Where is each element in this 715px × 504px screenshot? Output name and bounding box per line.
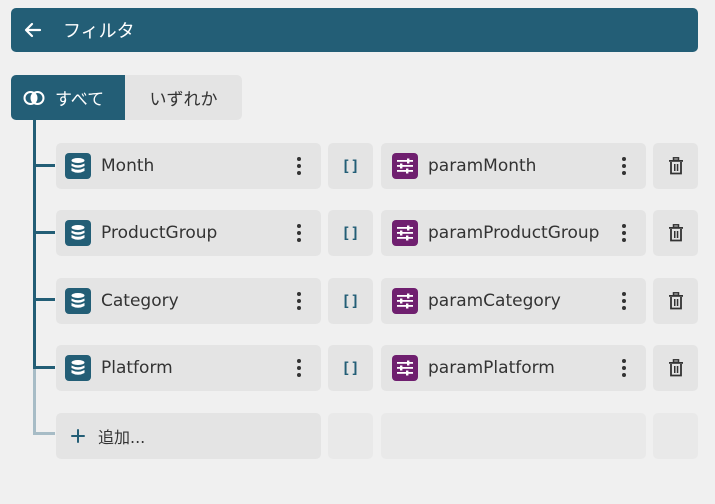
param-label: paramCategory [428,291,561,311]
kebab-icon[interactable] [287,353,311,383]
toggle-all-button[interactable]: すべて [11,75,125,120]
database-icon [65,355,91,381]
toggle-any-button[interactable]: いずれか [125,75,242,120]
bracket-button[interactable]: [] [328,345,373,391]
bracket-button[interactable]: [] [328,278,373,324]
filter-row: Platform [] paramPlatform [0,345,715,391]
database-icon [65,220,91,246]
sliders-icon [392,355,418,381]
bracket-button[interactable]: [] [328,143,373,189]
field-label: Category [101,291,179,311]
trash-icon [668,359,683,377]
filter-row: ProductGroup [] paramProductGroup [0,210,715,256]
bracket-button[interactable]: [] [328,210,373,256]
delete-button[interactable] [653,345,698,391]
param-label: paramMonth [428,156,537,176]
back-button[interactable] [11,8,55,52]
add-label: 追加... [98,428,146,447]
param-label: paramProductGroup [428,223,600,243]
param-chip[interactable]: paramCategory [381,278,646,324]
delete-button[interactable] [653,143,698,189]
header-bar: フィルタ [11,8,698,52]
tree-branch-add [33,432,55,435]
trash-icon [668,292,683,310]
filter-row: Month [] paramMonth [0,143,715,189]
field-chip[interactable]: Category [56,278,321,324]
database-icon [65,153,91,179]
placeholder-slot [653,413,698,459]
intersect-icon [23,90,45,106]
plus-icon [70,428,86,444]
kebab-icon[interactable] [287,218,311,248]
param-chip[interactable]: paramMonth [381,143,646,189]
kebab-icon[interactable] [612,151,636,181]
kebab-icon[interactable] [612,286,636,316]
field-label: Platform [101,358,173,378]
placeholder-slot [381,413,646,459]
field-label: Month [101,156,155,176]
database-icon [65,288,91,314]
add-filter-button[interactable]: 追加... [56,413,321,459]
field-chip[interactable]: ProductGroup [56,210,321,256]
kebab-icon[interactable] [287,151,311,181]
param-chip[interactable]: paramPlatform [381,345,646,391]
kebab-icon[interactable] [612,353,636,383]
param-label: paramPlatform [428,358,555,378]
toggle-any-label: いずれか [149,90,218,110]
trash-icon [668,224,683,242]
param-chip[interactable]: paramProductGroup [381,210,646,256]
toggle-all-label: すべて [55,90,105,110]
delete-button[interactable] [653,210,698,256]
sliders-icon [392,153,418,179]
sliders-icon [392,220,418,246]
field-chip[interactable]: Month [56,143,321,189]
trash-icon [668,157,683,175]
sliders-icon [392,288,418,314]
kebab-icon[interactable] [287,286,311,316]
page-title: フィルタ [63,21,135,42]
arrow-left-icon [24,22,42,38]
field-label: ProductGroup [101,223,218,243]
placeholder-slot [328,413,373,459]
kebab-icon[interactable] [612,218,636,248]
delete-button[interactable] [653,278,698,324]
field-chip[interactable]: Platform [56,345,321,391]
filter-row: Category [] paramCategory [0,278,715,324]
